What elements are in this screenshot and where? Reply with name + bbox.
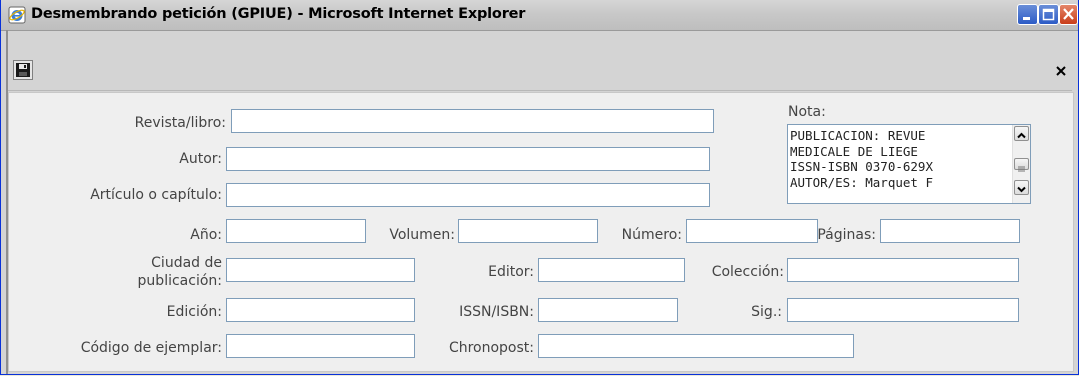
paginas-label: Páginas: xyxy=(817,227,876,243)
internet-explorer-icon xyxy=(8,6,26,24)
close-form-button[interactable] xyxy=(1052,62,1070,80)
autor-input[interactable] xyxy=(226,147,710,171)
editor-input[interactable] xyxy=(538,258,685,282)
scroll-down-button[interactable] xyxy=(1014,180,1029,195)
maximize-icon xyxy=(1042,8,1055,21)
close-window-button[interactable] xyxy=(1059,4,1078,25)
nota-textarea[interactable]: PUBLICACION: REVUE MEDICALE DE LIEGE ISS… xyxy=(787,124,1031,204)
nota-label: Nota: xyxy=(788,104,826,120)
paginas-input[interactable] xyxy=(880,219,1020,243)
close-icon xyxy=(1063,8,1074,20)
articulo-label: Artículo o capítulo: xyxy=(90,187,222,203)
nota-scrollbar[interactable] xyxy=(1012,125,1030,203)
save-button[interactable] xyxy=(13,60,33,80)
chronopost-input[interactable] xyxy=(538,334,854,358)
volumen-label: Volumen: xyxy=(389,227,455,243)
revista-label: Revista/libro: xyxy=(134,115,226,131)
ciudad-label-line1: Ciudad de xyxy=(151,255,222,271)
codigo-input[interactable] xyxy=(226,334,415,358)
codigo-label: Código de ejemplar: xyxy=(80,340,222,356)
nota-text: PUBLICACION: REVUE MEDICALE DE LIEGE ISS… xyxy=(790,128,933,190)
issn-label: ISSN/ISBN: xyxy=(459,304,534,320)
close-x-icon xyxy=(1056,66,1066,76)
grip-icon xyxy=(1018,166,1025,172)
minimize-button[interactable] xyxy=(1017,4,1038,25)
issn-input[interactable] xyxy=(538,298,678,322)
articulo-input[interactable] xyxy=(226,183,710,207)
volumen-input[interactable] xyxy=(458,219,598,243)
floppy-disk-icon xyxy=(16,63,30,77)
numero-label: Número: xyxy=(621,227,682,243)
ciudad-input[interactable] xyxy=(226,258,415,282)
sig-input[interactable] xyxy=(787,298,1019,322)
coleccion-input[interactable] xyxy=(787,258,1019,282)
edicion-label: Edición: xyxy=(166,304,222,320)
anio-input[interactable] xyxy=(226,219,366,243)
autor-label: Autor: xyxy=(179,151,222,167)
ciudad-label-line2: publicación: xyxy=(137,273,222,289)
chevron-down-icon xyxy=(1017,186,1026,193)
title-bar[interactable]: Desmembrando petición (GPIUE) - Microsof… xyxy=(1,0,1078,31)
scroll-up-button[interactable] xyxy=(1014,126,1029,141)
revista-input[interactable] xyxy=(231,109,714,133)
window-title: Desmembrando petición (GPIUE) - Microsof… xyxy=(31,6,526,22)
toolbar xyxy=(8,56,1072,91)
maximize-button[interactable] xyxy=(1038,4,1059,25)
ciudad-label: Ciudad de publicación: xyxy=(60,254,222,290)
edicion-input[interactable] xyxy=(226,298,415,322)
coleccion-label: Colección: xyxy=(711,264,784,280)
sig-label: Sig.: xyxy=(751,304,782,320)
chronopost-label: Chronopost: xyxy=(448,340,534,356)
anio-label: Año: xyxy=(190,227,222,243)
chevron-up-icon xyxy=(1017,132,1026,139)
minimize-icon xyxy=(1023,17,1030,20)
editor-label: Editor: xyxy=(488,264,534,280)
scroll-thumb[interactable] xyxy=(1014,158,1029,172)
